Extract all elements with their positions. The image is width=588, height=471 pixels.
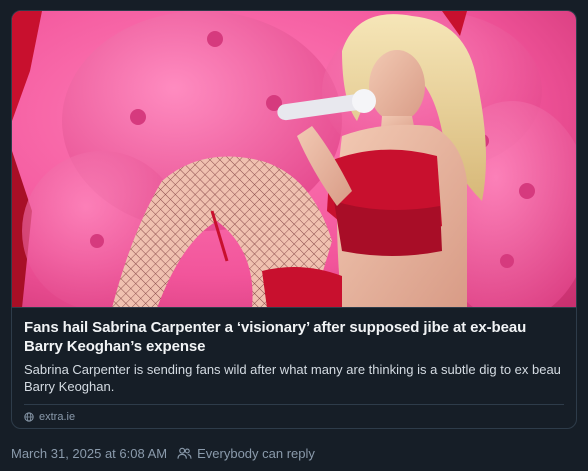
link-domain: extra.ie (39, 411, 76, 423)
people-icon (177, 447, 192, 460)
reply-setting-label: Everybody can reply (197, 446, 315, 461)
link-domain-row[interactable]: extra.ie (24, 405, 564, 423)
reply-setting: Everybody can reply (177, 446, 315, 461)
link-description: Sabrina Carpenter is sending fans wild a… (24, 362, 561, 394)
link-headline[interactable]: Fans hail Sabrina Carpenter a ‘visionary… (24, 318, 564, 356)
thumbnail-illustration (12, 11, 576, 307)
link-preview-card[interactable]: Fans hail Sabrina Carpenter a ‘visionary… (11, 10, 577, 429)
link-thumbnail-image[interactable] (12, 11, 576, 308)
globe-icon (24, 412, 34, 422)
post-timestamp[interactable]: March 31, 2025 at 6:08 AM (11, 446, 167, 461)
post-footer: March 31, 2025 at 6:08 AM Everybody can … (11, 446, 315, 461)
